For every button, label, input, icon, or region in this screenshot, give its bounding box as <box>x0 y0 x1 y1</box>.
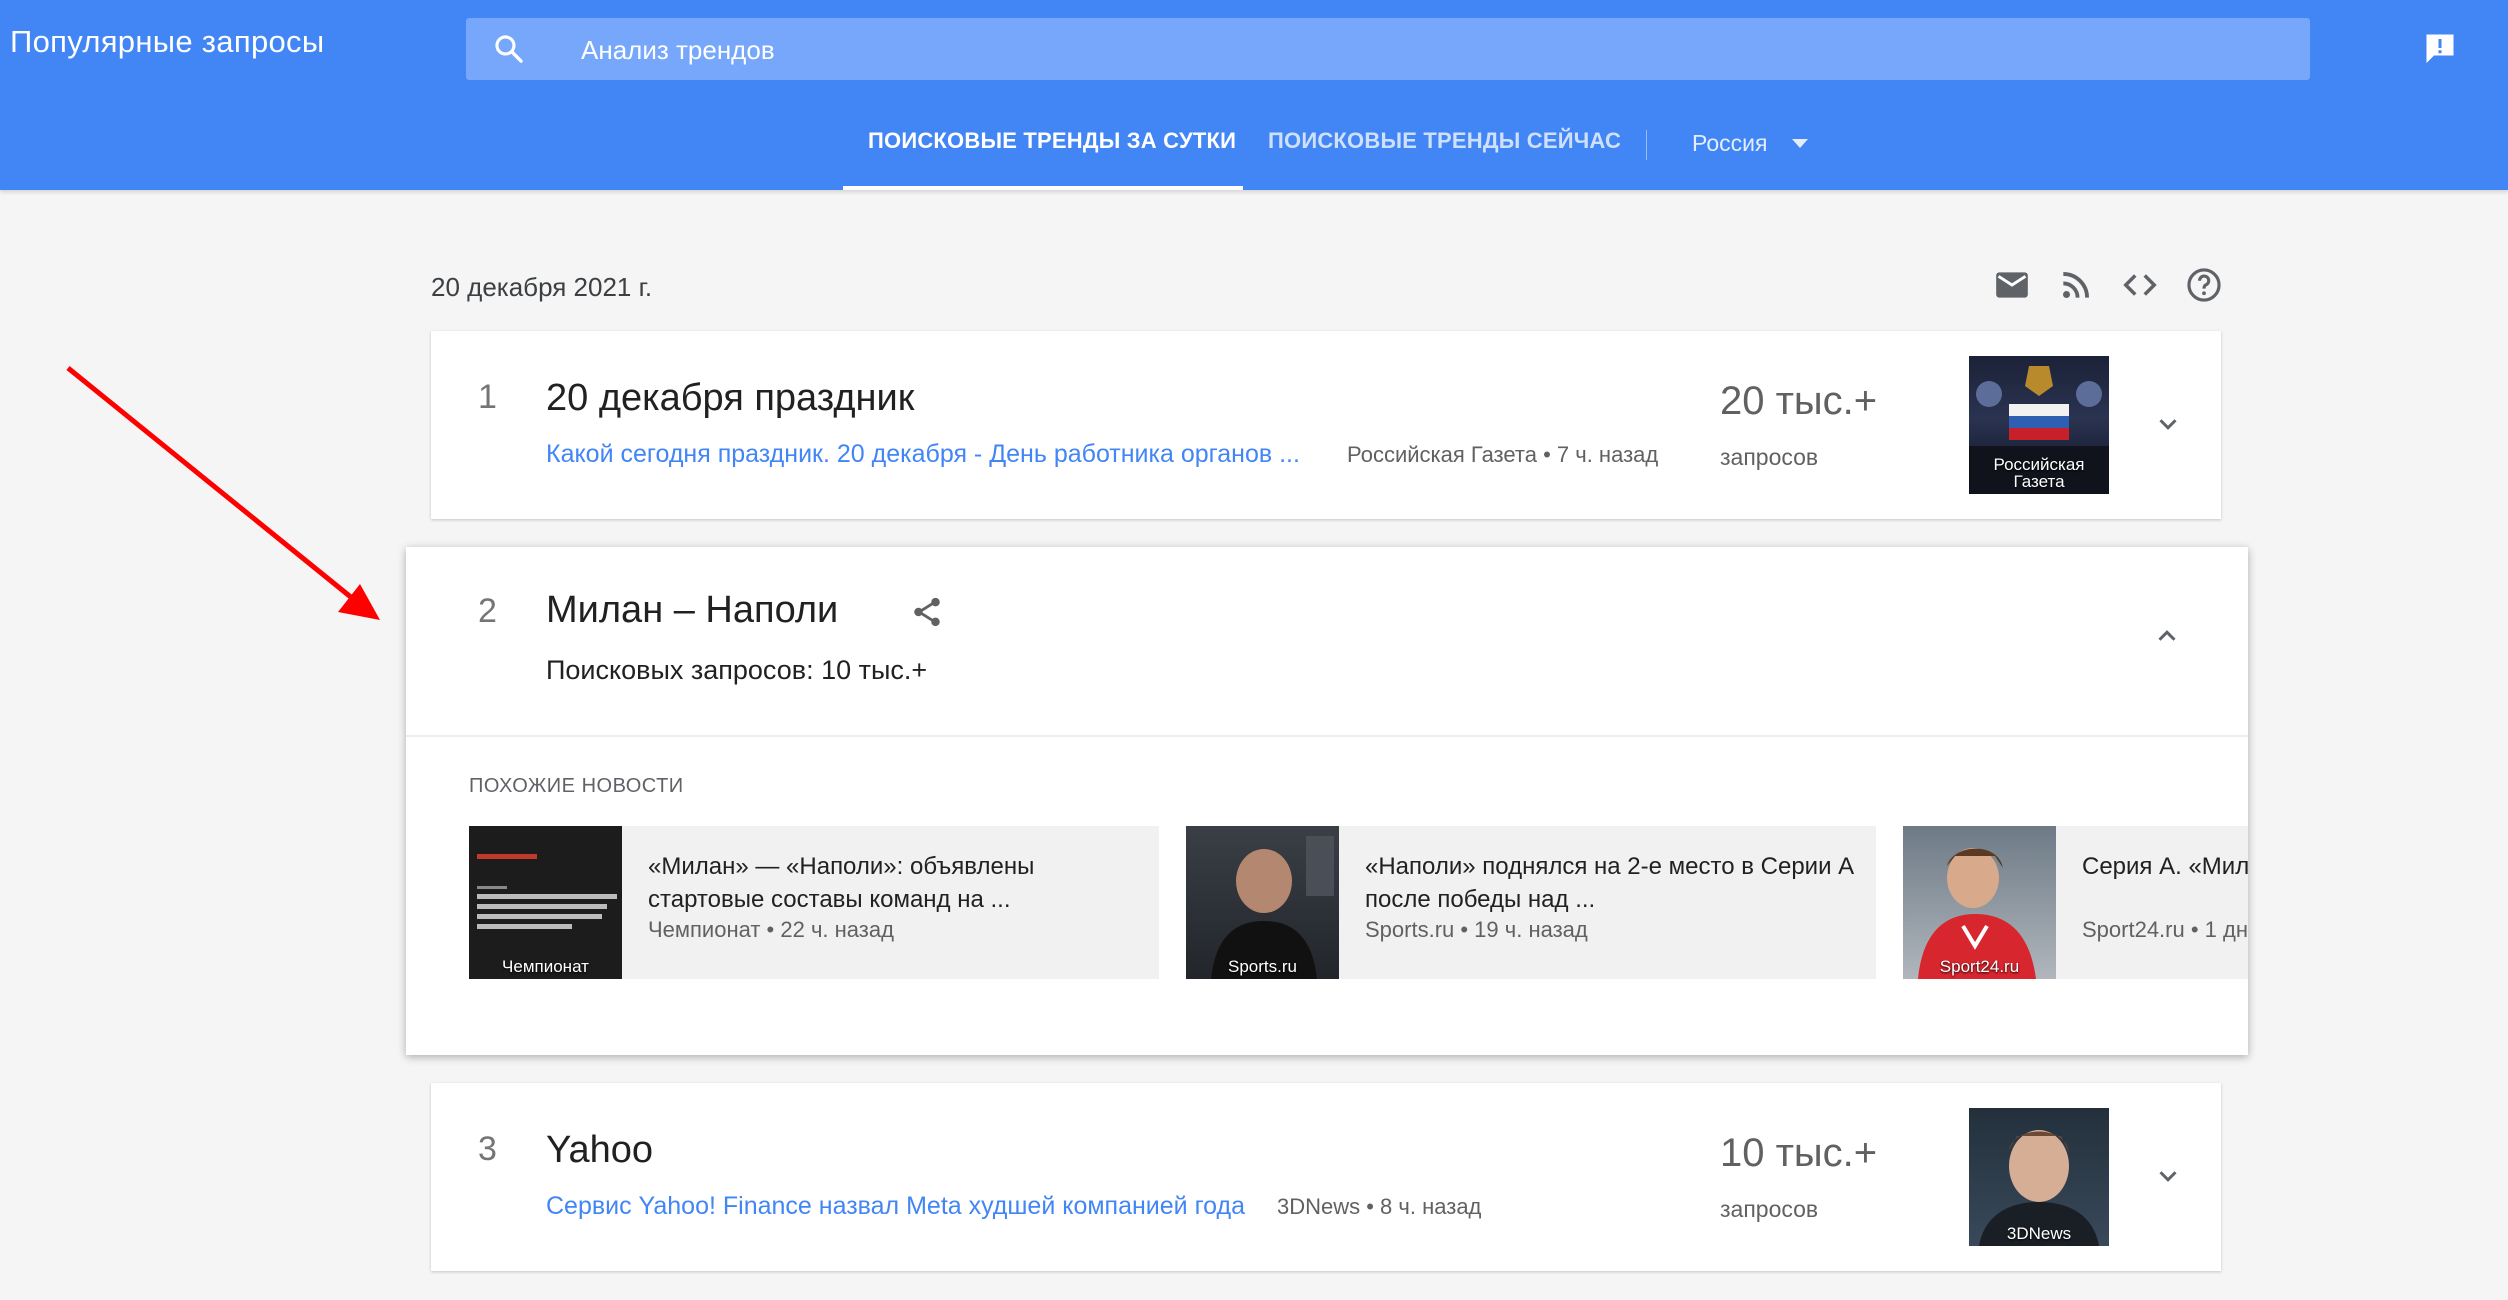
related-news-item[interactable]: Чемпионат «Милан» — «Наполи»: объявлены … <box>469 826 1159 979</box>
trend-card-2[interactable]: 2 Милан – Наполи Поисковых запросов: 10 … <box>406 547 2248 1055</box>
related-news-heading: ПОХОЖИЕ НОВОСТИ <box>469 775 684 797</box>
tab-divider <box>1646 130 1647 160</box>
news-thumbnail: Sport24.ru <box>1903 826 2056 979</box>
news-source-label: Sport24.ru <box>1939 957 2020 976</box>
search-box[interactable]: Анализ трендов <box>466 18 2310 80</box>
trend-rank: 1 <box>478 378 497 416</box>
trend-thumbnail[interactable]: Российская Газета <box>1969 356 2109 494</box>
active-tab-indicator <box>843 186 1243 190</box>
trend-article-link[interactable]: Какой сегодня праздник. 20 декабря - Ден… <box>546 440 1300 469</box>
related-news-item[interactable]: Sport24.ru Серия А. «Милан» — «Наполи» т… <box>1903 826 2248 979</box>
related-news-item[interactable]: Sports.ru «Наполи» поднялся на 2-е место… <box>1186 826 1876 979</box>
trend-article-link[interactable]: Сервис Yahoo! Finance назвал Meta худшей… <box>546 1192 1245 1221</box>
trend-title[interactable]: Милан – Наполи <box>546 589 838 632</box>
news-title[interactable]: Серия А. «Милан» — «Наполи» трансляция <box>2082 850 2248 883</box>
chevron-down-icon[interactable] <box>2153 409 2183 439</box>
news-source-label: Sports.ru <box>1228 957 1297 976</box>
news-thumbnail: Sports.ru <box>1186 826 1339 979</box>
thumbnail-source: Российская Газета <box>1993 455 2085 491</box>
news-meta: Sports.ru • 19 ч. назад <box>1365 917 1588 942</box>
trend-rank: 3 <box>478 1130 497 1168</box>
news-title[interactable]: «Наполи» поднялся на 2-е место в Серии А… <box>1365 850 1865 916</box>
news-thumbnail: Чемпионат <box>469 826 622 979</box>
trend-traffic: 20 тыс.+ <box>1720 379 1878 423</box>
news-title[interactable]: «Милан» — «Наполи»: объявлены стартовые … <box>648 850 1148 916</box>
geo-selector[interactable]: Россия <box>1692 130 1767 157</box>
card-divider <box>406 735 2248 737</box>
embed-code-icon[interactable] <box>2121 266 2159 304</box>
news-source-label: Чемпионат <box>502 957 589 976</box>
trend-thumbnail[interactable]: 3DNews <box>1969 1108 2109 1246</box>
tab-realtime-trends[interactable]: ПОИСКОВЫЕ ТРЕНДЫ СЕЙЧАС <box>1268 128 1621 154</box>
trend-article-meta: 3DNews • 8 ч. назад <box>1277 1194 1482 1219</box>
share-icon[interactable] <box>910 595 944 629</box>
news-meta: Чемпионат • 22 ч. назад <box>648 917 894 942</box>
trend-title[interactable]: Yahoo <box>546 1129 653 1172</box>
trend-traffic-label: запросов <box>1720 1196 1819 1222</box>
search-input[interactable]: Анализ трендов <box>581 35 775 66</box>
trend-card-1[interactable]: 1 20 декабря праздник Какой сегодня праз… <box>431 331 2221 519</box>
trend-traffic: 10 тыс.+ <box>1720 1131 1878 1175</box>
chevron-down-icon[interactable] <box>2153 1161 2183 1191</box>
chevron-up-icon[interactable] <box>2152 621 2182 651</box>
app-title[interactable]: Популярные запросы <box>10 24 324 60</box>
trend-traffic-label: запросов <box>1720 444 1819 470</box>
trend-rank: 2 <box>478 592 497 630</box>
tab-daily-trends[interactable]: ПОИСКОВЫЕ ТРЕНДЫ ЗА СУТКИ <box>868 128 1236 154</box>
feedback-icon[interactable] <box>2422 30 2458 66</box>
app-header: Популярные запросы Анализ трендов ПОИСКО… <box>0 0 2508 190</box>
date-heading: 20 декабря 2021 г. <box>431 272 653 302</box>
trend-card-3[interactable]: 3 Yahoo Сервис Yahoo! Finance назвал Met… <box>431 1083 2221 1271</box>
dropdown-caret-icon[interactable] <box>1792 139 1808 148</box>
news-meta: Sport24.ru • 1 дн. <box>2082 917 2248 942</box>
trend-search-count: Поисковых запросов: 10 тыс.+ <box>546 655 928 685</box>
trend-article-meta: Российская Газета • 7 ч. назад <box>1347 442 1659 467</box>
help-icon[interactable] <box>2185 266 2223 304</box>
thumbnail-source: 3DNews <box>2006 1224 2072 1243</box>
rss-icon[interactable] <box>2057 266 2095 304</box>
trend-title[interactable]: 20 декабря праздник <box>546 377 914 420</box>
search-icon[interactable] <box>492 32 526 66</box>
mail-icon[interactable] <box>1993 266 2031 304</box>
